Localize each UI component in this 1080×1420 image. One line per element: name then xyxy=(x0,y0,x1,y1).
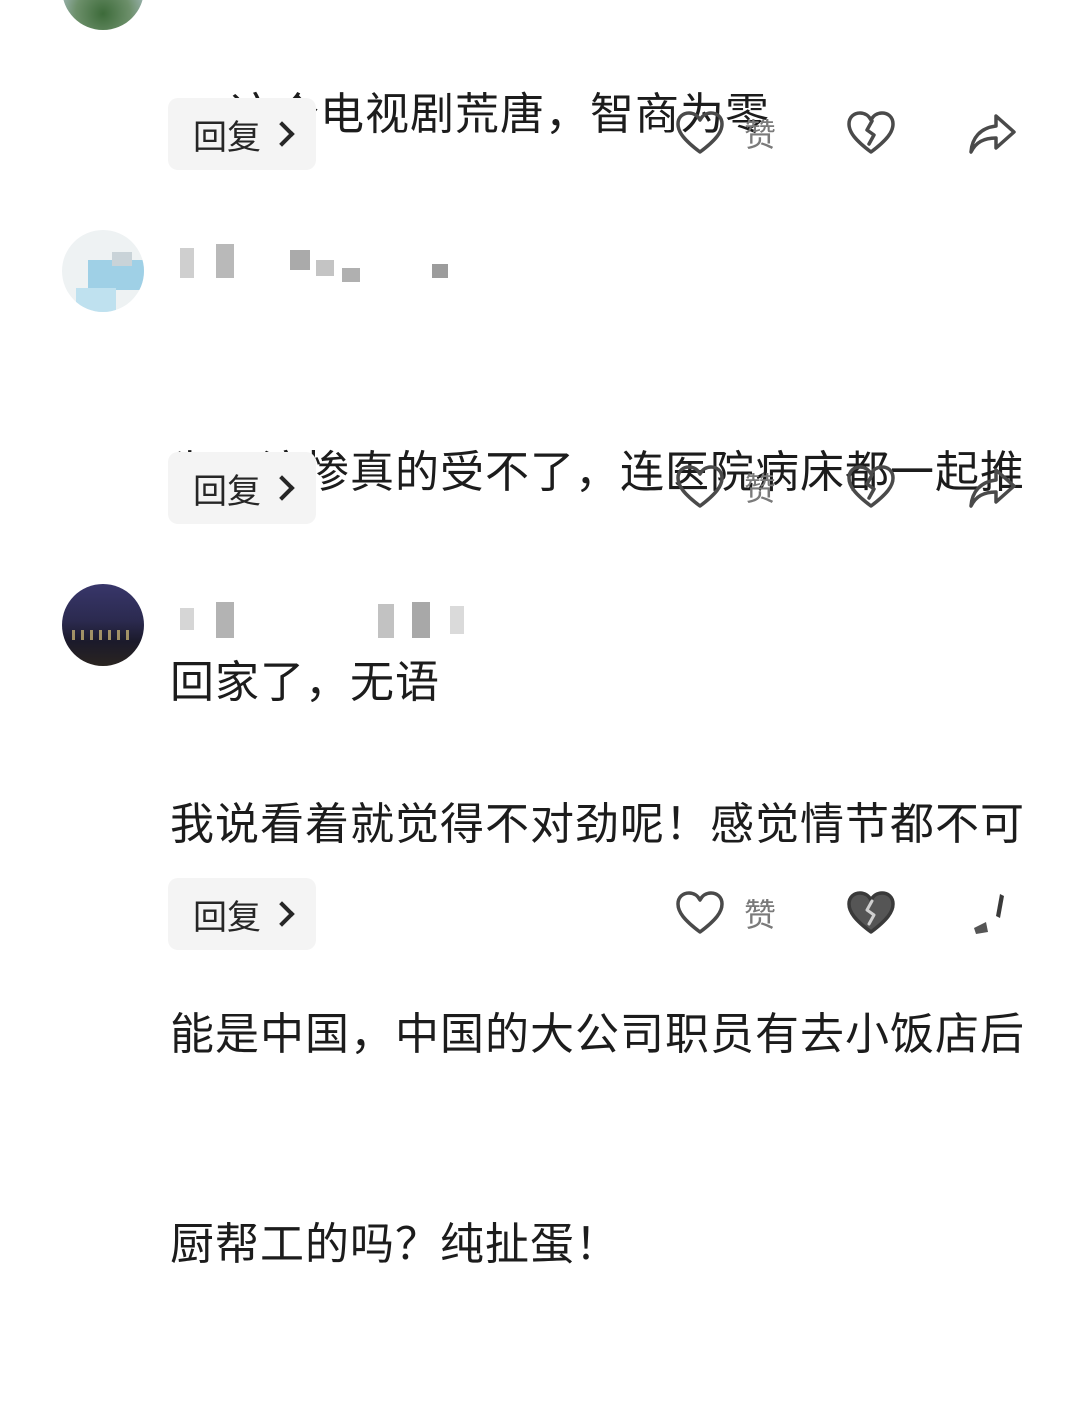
comment-text-line: 能是中国，中国的大公司职员有去小饭店后 xyxy=(170,1009,1025,1060)
reply-label: 回复 xyxy=(193,471,261,512)
reply-button[interactable]: 回复 xyxy=(168,452,316,524)
chevron-right-icon xyxy=(269,901,295,927)
like-label[interactable]: 赞 xyxy=(744,890,776,936)
heart-outline-icon[interactable] xyxy=(674,108,726,160)
comment-text-line: 我说看着就觉得不对劲呢！感觉情节都不可 xyxy=(170,799,1025,850)
share-arrow-icon[interactable] xyxy=(966,108,1018,160)
chevron-right-icon xyxy=(269,121,295,147)
broken-heart-icon[interactable] xyxy=(845,108,897,160)
reply-button[interactable]: 回复 xyxy=(168,878,316,950)
comment-text: 我说看着就觉得不对劲呢！感觉情节都不可 能是中国，中国的大公司职员有去小饭店后 … xyxy=(170,650,1025,1420)
broken-heart-icon[interactable] xyxy=(845,888,897,940)
heart-outline-icon[interactable] xyxy=(674,888,726,940)
share-arrow-icon[interactable] xyxy=(966,888,1018,940)
avatar[interactable] xyxy=(62,584,144,666)
share-arrow-icon[interactable] xyxy=(966,462,1018,514)
chevron-right-icon xyxy=(269,475,295,501)
comment-text-line: 厨帮工的吗？纯扯蛋！ xyxy=(170,1219,620,1270)
reply-label: 回复 xyxy=(193,117,261,158)
avatar[interactable] xyxy=(62,0,144,30)
like-label[interactable]: 赞 xyxy=(744,464,776,510)
like-label[interactable]: 赞 xyxy=(744,110,776,156)
avatar[interactable] xyxy=(62,230,144,312)
reply-label: 回复 xyxy=(193,897,261,938)
reply-button[interactable]: 回复 xyxy=(168,98,316,170)
broken-heart-icon[interactable] xyxy=(845,462,897,514)
heart-outline-icon[interactable] xyxy=(674,462,726,514)
